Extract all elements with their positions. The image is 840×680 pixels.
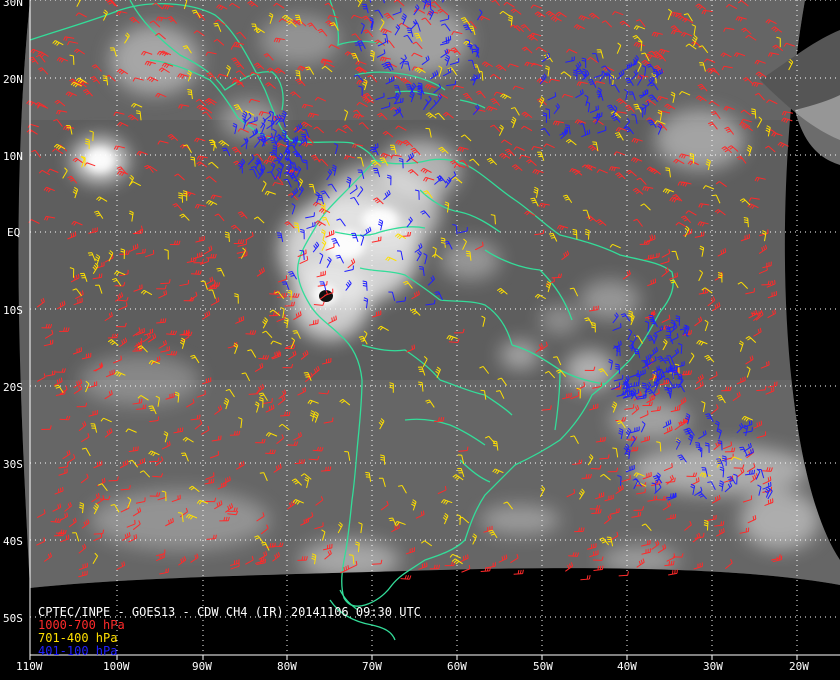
lat-label: 10N — [3, 150, 23, 163]
lat-label: 40S — [3, 535, 23, 548]
lon-label: 20W — [789, 660, 809, 673]
cloud-mass — [440, 240, 500, 280]
lat-label: 20S — [3, 381, 23, 394]
lat-label: 50S — [3, 612, 23, 625]
cloud-mass — [630, 445, 810, 495]
cloud-mass — [80, 355, 200, 405]
lat-label: 30S — [3, 458, 23, 471]
cloud-mass — [500, 340, 540, 370]
lon-label: 100W — [103, 660, 130, 673]
lon-label: 90W — [192, 660, 212, 673]
lat-label: 20N — [3, 73, 23, 86]
lon-label: 30W — [703, 660, 723, 673]
lat-label: 30N — [3, 0, 23, 9]
legend-mid-level: 701-400 hPa — [38, 631, 117, 645]
cloud-mass — [380, 140, 460, 200]
satellite-wind-map: 30N 20N 10N EQ 10S 20S 30S 40S 50S 110W … — [0, 0, 840, 680]
map-caption: CPTEC/INPE - GOES13 - CDW CH4 (IR) 20141… — [38, 605, 421, 619]
lon-label: 70W — [362, 660, 382, 673]
bright-cloud-top — [86, 148, 114, 172]
cold-cloud-core — [319, 290, 333, 302]
lon-label: 80W — [277, 660, 297, 673]
legend-low-level: 1000-700 hPa — [38, 618, 125, 632]
lat-label: EQ — [7, 226, 20, 239]
legend-high-level: 401-100 hPa — [38, 644, 117, 658]
lon-label: 50W — [533, 660, 553, 673]
cloud-mass — [655, 110, 745, 170]
lon-label: 60W — [447, 660, 467, 673]
lat-label: 10S — [3, 304, 23, 317]
lon-label: 110W — [16, 660, 43, 673]
lon-label: 40W — [617, 660, 637, 673]
